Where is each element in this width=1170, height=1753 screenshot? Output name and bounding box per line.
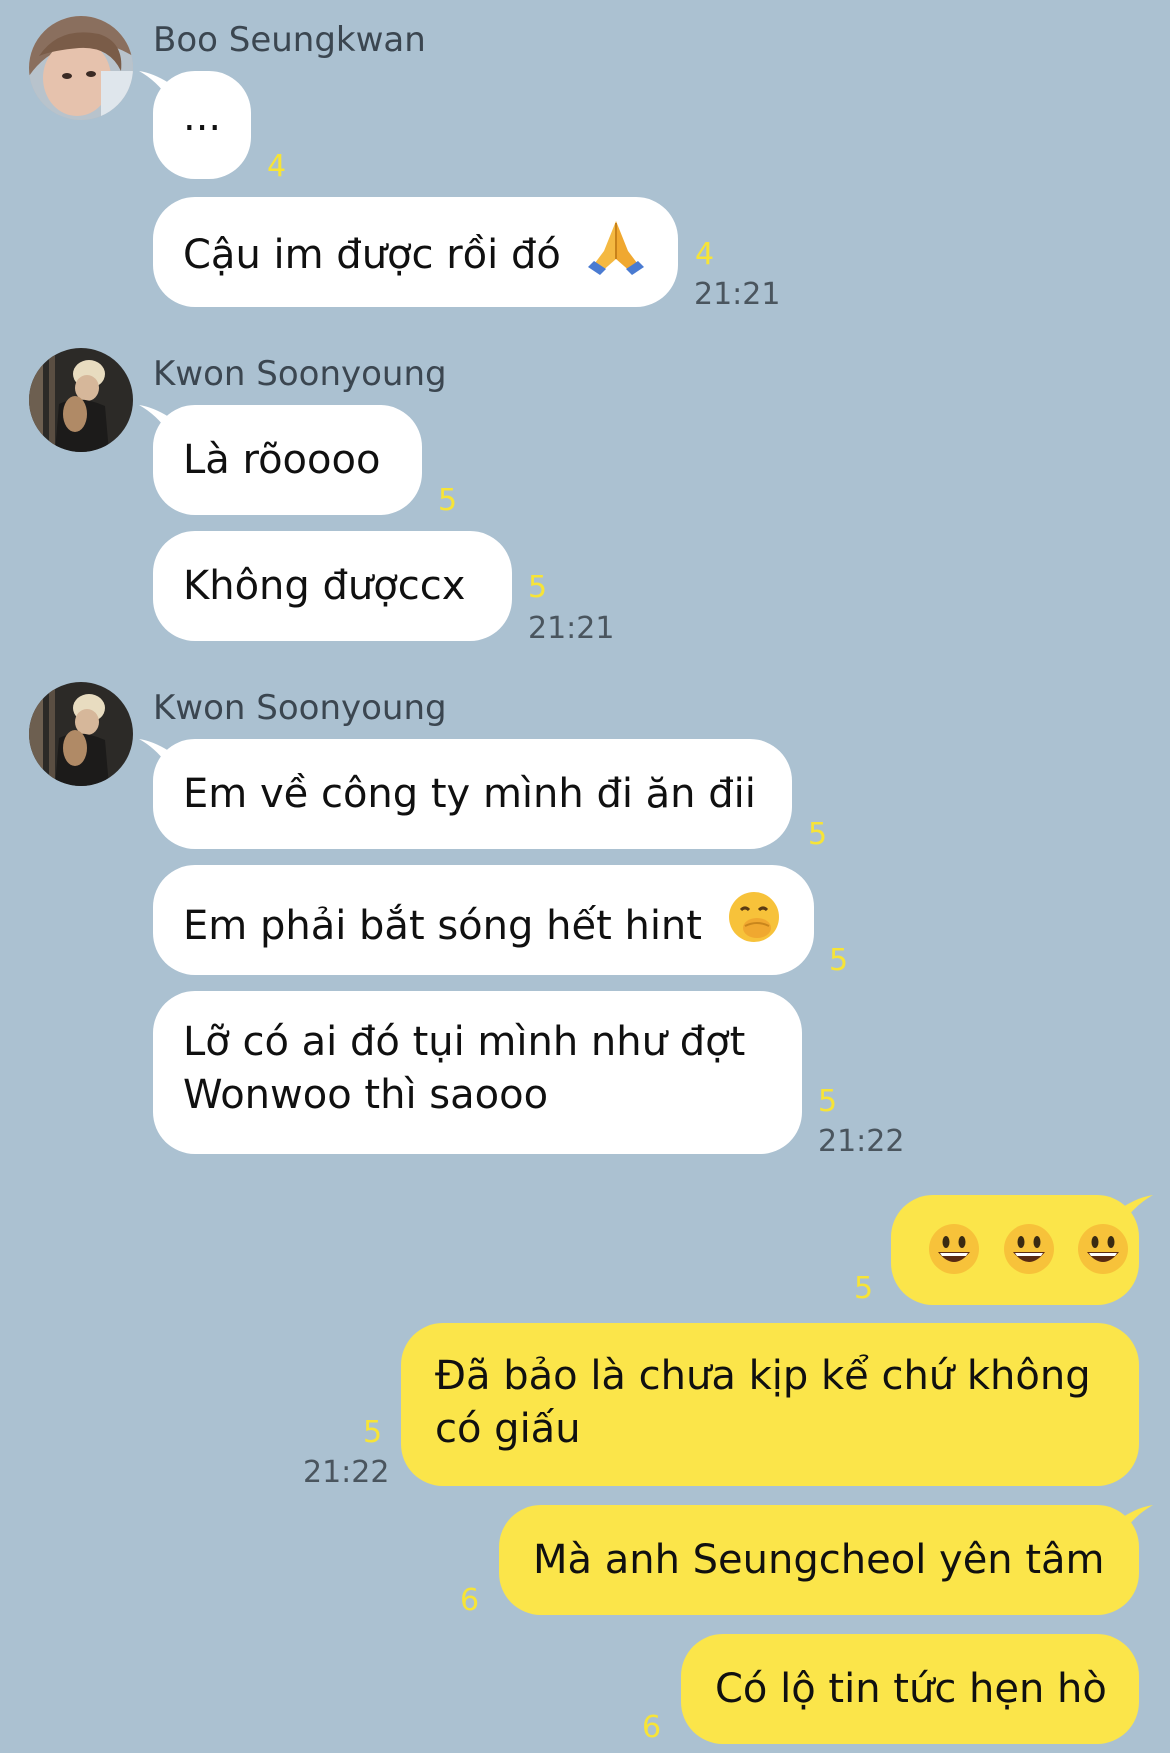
message-bubble[interactable]: ...	[139, 71, 251, 179]
message-text: Em về công ty mình đi ăn đii	[183, 771, 756, 817]
message-text: Mà anh Seungcheol yên tâm	[533, 1537, 1105, 1583]
read-count: 6	[642, 1710, 662, 1745]
folded-hands-emoji	[586, 217, 646, 289]
message-text: Cậu im được rồi đó	[183, 232, 561, 278]
bubble-tail	[139, 405, 169, 433]
message-text: Em phải bắt sóng hết hint	[183, 903, 702, 949]
message-timestamp: 21:22	[818, 1124, 905, 1159]
smiley-emoji	[1076, 1222, 1130, 1290]
message-bubble[interactable]: Đã bảo là chưa kịp kể chứ không có giấu	[401, 1323, 1139, 1486]
read-count: 5	[829, 943, 849, 978]
message-text: Là rõoooo	[183, 437, 381, 483]
read-count: 5	[818, 1084, 838, 1119]
message-text-line: Wonwoo thì saooo	[183, 1072, 549, 1118]
smiley-emoji	[927, 1222, 981, 1290]
read-count: 5	[808, 817, 828, 852]
sender-name: Boo Seungkwan	[153, 20, 426, 60]
read-count: 4	[267, 149, 287, 184]
message-text-line: Đã bảo là chưa kịp kể chứ không	[435, 1353, 1091, 1399]
message-text-line: Lỡ có ai đó tụi mình như đợt	[183, 1019, 746, 1065]
sender-name: Kwon Soonyoung	[153, 354, 447, 394]
smiley-emoji	[1002, 1222, 1056, 1290]
message-bubble[interactable]: Lỡ có ai đó tụi mình như đợt Wonwoo thì …	[153, 991, 802, 1154]
avatar-kwon-soonyoung[interactable]	[29, 682, 133, 786]
bubble-tail	[1123, 1195, 1153, 1223]
message-bubble[interactable]: Em về công ty mình đi ăn đii	[139, 739, 792, 849]
message-bubble[interactable]: Mà anh Seungcheol yên tâm	[499, 1505, 1153, 1615]
bubble-tail	[139, 71, 169, 99]
sender-name: Kwon Soonyoung	[153, 688, 447, 728]
face-with-hand-over-mouth-emoji	[727, 890, 781, 958]
message-bubble[interactable]: Cậu im được rồi đó	[153, 197, 678, 307]
message-bubble[interactable]	[891, 1195, 1153, 1305]
message-text: Không đượccx	[183, 563, 466, 609]
message-text-line: có giấu	[435, 1406, 581, 1452]
message-bubble[interactable]: Là rõoooo	[139, 405, 422, 515]
bubble-tail	[1123, 1505, 1153, 1533]
read-count: 5	[438, 483, 458, 518]
read-count: 5	[528, 570, 548, 605]
read-count: 5	[854, 1271, 874, 1306]
message-bubble[interactable]: Em phải bắt sóng hết hint	[153, 865, 814, 975]
read-count: 6	[460, 1583, 480, 1618]
bubble-tail	[139, 739, 169, 767]
message-bubble[interactable]: Có lộ tin tức hẹn hò	[681, 1634, 1139, 1744]
message-timestamp: 21:21	[694, 277, 781, 312]
message-timestamp: 21:22	[303, 1455, 390, 1490]
message-text: Có lộ tin tức hẹn hò	[715, 1666, 1107, 1712]
avatar-kwon-soonyoung[interactable]	[29, 348, 133, 452]
read-count: 5	[363, 1415, 383, 1450]
message-timestamp: 21:21	[528, 611, 615, 646]
message-bubble[interactable]: Không đượccx	[153, 531, 512, 641]
message-text: ...	[183, 94, 222, 140]
read-count: 4	[695, 237, 715, 272]
avatar-boo-seungkwan[interactable]	[29, 16, 133, 120]
